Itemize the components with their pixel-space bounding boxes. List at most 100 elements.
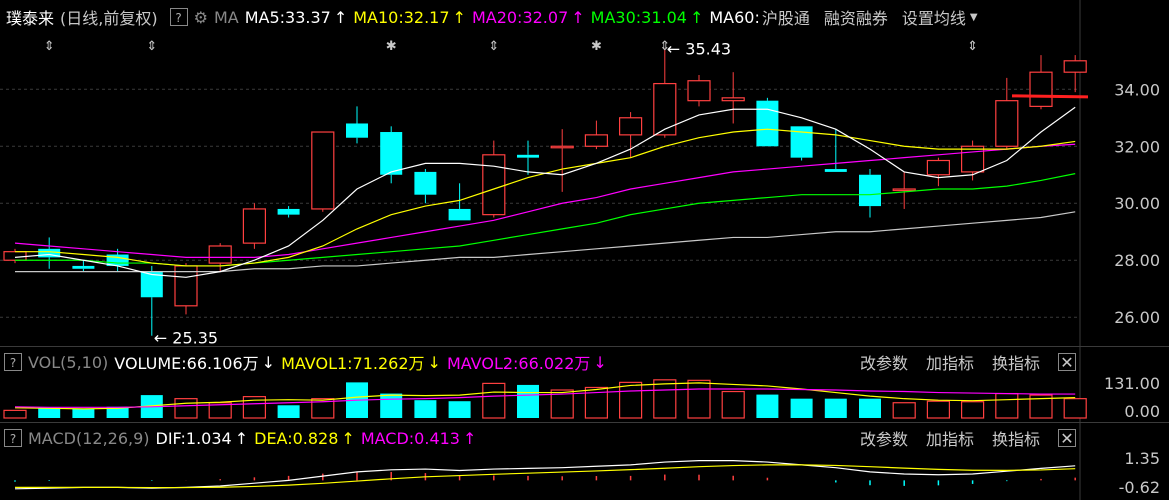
candle-up [311, 131, 335, 210]
vol-panel-header: ? VOL(5,10) VOLUME:66.106万 ↓ MAVOL1:71.2… [0, 348, 1169, 376]
macd-close-icon[interactable]: ✕ [1058, 429, 1076, 448]
event-marker-icon: ⇕ [44, 39, 55, 54]
volume-bar-down [38, 407, 61, 418]
candle-up [482, 154, 506, 216]
candle-up [242, 208, 266, 244]
current-price-marker [1011, 94, 1089, 99]
event-marker-icon: ⇕ [146, 39, 157, 54]
volume-bar-down [859, 398, 881, 418]
price-tick-label: 32.00 [1114, 137, 1160, 156]
candle-up [584, 134, 609, 147]
candle-down [277, 208, 300, 215]
help-icon[interactable]: ? [4, 429, 22, 447]
volume-bar-down [448, 401, 471, 418]
vol-tick-label: 0.00 [1124, 402, 1160, 421]
volume-bar-down [824, 398, 847, 418]
candle-up [208, 245, 232, 264]
mavol2-value: MAVOL2:66.022万 [446, 354, 591, 373]
help-icon[interactable]: ? [4, 353, 22, 371]
event-marker-icon: ✱ [386, 39, 397, 54]
candle-up [1029, 71, 1053, 107]
price-tick-label: 28.00 [1114, 251, 1160, 270]
volume-bar-up [482, 382, 506, 419]
price-tick-label: 30.00 [1114, 194, 1160, 213]
vol-add-indicator-button[interactable]: 加指标 [926, 350, 974, 374]
candle-up [721, 97, 745, 102]
ma60-line [15, 211, 1076, 273]
macd-value: MACD:0.413 [360, 428, 460, 448]
macd-add-indicator-button[interactable]: 加指标 [926, 426, 974, 450]
volume-bar-up [926, 400, 951, 419]
vol-title: VOL(5,10) [28, 352, 109, 372]
candle-down [824, 169, 847, 172]
panel-divider [0, 422, 1169, 423]
candle-up [926, 159, 951, 176]
mavol1-value: MAVOL1:71.262万 [281, 354, 425, 373]
macd-panel-header: ? MACD(12,26,9) DIF:1.034 ↑ DEA:0.828 ↑ … [0, 424, 1169, 452]
dif-line [14, 460, 1076, 490]
candle-down [517, 154, 539, 158]
volume-bar-down [414, 400, 437, 418]
volume-bar-up [174, 398, 198, 419]
candle-up [687, 80, 711, 102]
macd-params-button[interactable]: 改参数 [860, 426, 908, 450]
candle-up [550, 145, 574, 149]
volume-value: VOLUME:66.106万 [114, 354, 259, 373]
candle-down [448, 208, 471, 221]
price-tick-label: 26.00 [1114, 308, 1160, 327]
candle-up [1063, 60, 1087, 73]
mavol2-arrow: ↓ [593, 352, 607, 372]
ma20-line [14, 143, 1076, 258]
mavol1-line [14, 382, 1076, 410]
candle-down [756, 100, 779, 147]
volume-bar-down [277, 405, 300, 418]
volume-bar-up [892, 402, 916, 419]
volume-bar-up [3, 409, 27, 419]
event-marker-icon: ⇕ [659, 39, 670, 54]
macd-switch-indicator-button[interactable]: 换指标 [992, 426, 1040, 450]
ma30-line [15, 173, 1076, 267]
volume-bar-up [995, 392, 1019, 419]
vol-tick-label: 131.00 [1104, 374, 1160, 393]
candle-down [414, 171, 437, 195]
volume-bar-up [653, 379, 677, 419]
volume-bar-down [72, 408, 95, 418]
dea-value: DEA:0.828 [254, 428, 339, 448]
vol-params-button[interactable]: 改参数 [860, 350, 908, 374]
volume-bar-up [960, 401, 985, 419]
candle-up [995, 100, 1019, 147]
event-marker-icon: ✱ [591, 39, 602, 54]
macd-title: MACD(12,26,9) [28, 428, 150, 448]
candle-down [859, 174, 881, 207]
price-tick-label: 34.00 [1114, 80, 1160, 99]
low-annotation: ← 25.35 [154, 329, 218, 348]
candle-up [960, 145, 985, 173]
candle-up [653, 82, 677, 136]
volume-bar-down [756, 394, 779, 418]
volume-bar-down [790, 398, 813, 418]
volume-bar-up [721, 390, 745, 419]
candle-down [346, 123, 368, 138]
vol-close-icon[interactable]: ✕ [1058, 353, 1076, 372]
ma10-line [15, 128, 1076, 267]
event-marker-icon: ⇕ [488, 39, 499, 54]
macd-tick-label: -0.62 [1119, 478, 1160, 497]
volume-bar-down [517, 384, 539, 418]
panel-divider [0, 346, 1169, 347]
candle-up [618, 117, 643, 136]
candle-up [3, 251, 27, 261]
vol-switch-indicator-button[interactable]: 换指标 [992, 350, 1040, 374]
candle-up [892, 188, 916, 192]
candle-down [72, 265, 95, 269]
mavol1-arrow: ↓ [427, 352, 441, 372]
volume-bar-up [618, 381, 643, 419]
dea-arrow: ↑ [341, 428, 355, 448]
macd-arrow: ↑ [462, 428, 477, 448]
dif-arrow: ↑ [234, 428, 249, 448]
event-marker-icon: ⇕ [967, 39, 978, 54]
volume-bar-up [687, 379, 711, 419]
volume-bar-up [1063, 398, 1087, 419]
high-annotation: ← 35.43 [667, 40, 731, 59]
volume-bar-down [380, 393, 403, 418]
volume-arrow: ↓ [261, 352, 276, 372]
